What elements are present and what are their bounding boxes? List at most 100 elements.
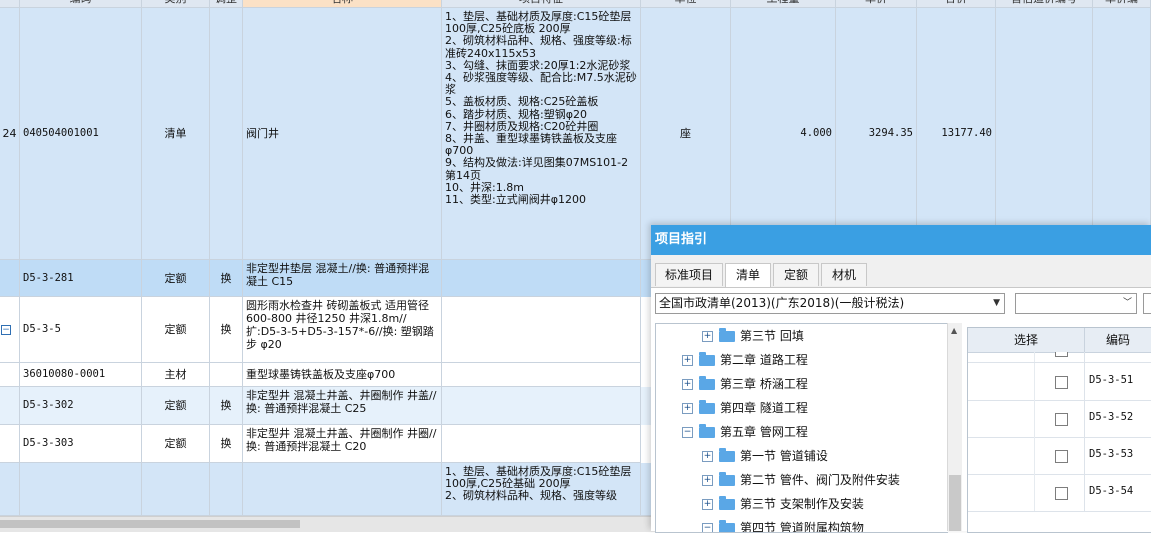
- quota-code[interactable]: D5-3-51: [1089, 374, 1133, 386]
- row-type[interactable]: [142, 463, 210, 516]
- header-adjust[interactable]: 调整: [210, 0, 243, 8]
- row-feature[interactable]: [442, 297, 641, 363]
- expand-icon[interactable]: +: [682, 379, 693, 390]
- row-type[interactable]: 定额: [142, 297, 210, 363]
- quota-code[interactable]: D5-3-54: [1089, 485, 1133, 497]
- header-feature[interactable]: 项目特征: [442, 0, 641, 8]
- row-adjust[interactable]: [210, 363, 243, 387]
- row-checkbox[interactable]: [1055, 450, 1068, 463]
- tab-bill[interactable]: 清单: [725, 263, 771, 287]
- row-feature[interactable]: [442, 363, 641, 387]
- expand-icon[interactable]: +: [702, 475, 713, 486]
- row-checkbox[interactable]: [1055, 413, 1068, 426]
- row-feature[interactable]: 1、垫层、基础材质及厚度:C15砼垫层 100厚,C25砼底板 200厚 2、砌…: [442, 8, 641, 260]
- row-code[interactable]: 36010080-0001: [20, 363, 142, 387]
- tree-scrollbar[interactable]: ▲: [947, 323, 962, 531]
- panel-title[interactable]: 项目指引: [651, 225, 1151, 255]
- header-name[interactable]: 名称: [243, 0, 442, 8]
- header-total[interactable]: 合价: [917, 0, 996, 8]
- tree-node[interactable]: + 第三节 回填: [702, 324, 804, 348]
- row-name[interactable]: 非定型井 混凝土井盖、井圈制作 井盖//换: 普通预拌混凝土 C25: [243, 387, 442, 425]
- row-code[interactable]: D5-3-281: [20, 260, 142, 297]
- row-adjust[interactable]: 换: [210, 425, 243, 463]
- tree-node[interactable]: + 第二章 道路工程: [682, 348, 808, 372]
- row-extra[interactable]: [1093, 8, 1151, 260]
- row-name[interactable]: 阀门井: [243, 8, 442, 260]
- row-adjust[interactable]: 换: [210, 297, 243, 363]
- expand-icon[interactable]: +: [682, 355, 693, 366]
- horizontal-scrollbar[interactable]: [0, 516, 655, 532]
- row-name[interactable]: [243, 463, 442, 516]
- row-total[interactable]: 13177.40: [917, 8, 996, 260]
- row-name[interactable]: 圆形雨水检查井 砖砌盖板式 适用管径 600-800 井径1250 井深1.8m…: [243, 297, 442, 363]
- row-type[interactable]: 清单: [142, 8, 210, 260]
- tree-node[interactable]: + 第三章 桥涵工程: [682, 372, 808, 396]
- row-checkbox[interactable]: [1055, 352, 1068, 357]
- header-unit[interactable]: 单位: [641, 0, 731, 8]
- collapse-icon[interactable]: −: [682, 427, 693, 438]
- expand-icon[interactable]: +: [682, 403, 693, 414]
- row-feature[interactable]: 1、垫层、基础材质及厚度:C15砼垫层 100厚,C25砼基础 200厚 2、砌…: [442, 463, 641, 516]
- tree-node[interactable]: + 第四章 隧道工程: [682, 396, 808, 420]
- row-adjust[interactable]: 换: [210, 387, 243, 425]
- row-adjust[interactable]: 换: [210, 260, 243, 297]
- row-name[interactable]: 非定型井垫层 混凝土//换: 普通预拌混凝土 C15: [243, 260, 442, 297]
- table-row[interactable]: 24 040504001001 清单 阀门井 1、垫层、基础材质及厚度:C15砼…: [0, 8, 1151, 260]
- header-estimate[interactable]: 暂估造价编号: [996, 0, 1093, 8]
- row-qty[interactable]: 4.000: [731, 8, 836, 260]
- scrollbar-thumb[interactable]: [0, 520, 300, 528]
- tab-standard-items[interactable]: 标准项目: [655, 263, 723, 286]
- header-qty[interactable]: 工程量: [731, 0, 836, 8]
- row-type[interactable]: 定额: [142, 425, 210, 463]
- row-code[interactable]: D5-3-303: [20, 425, 142, 463]
- tree-node[interactable]: + 第三节 支架制作及安装: [702, 492, 864, 516]
- table-row[interactable]: D5-3-53: [968, 437, 1151, 475]
- row-code[interactable]: D5-3-302: [20, 387, 142, 425]
- row-code[interactable]: 040504001001: [20, 8, 142, 260]
- row-type[interactable]: 定额: [142, 387, 210, 425]
- header-unit-price-code[interactable]: 单价编: [1093, 0, 1151, 8]
- row-name[interactable]: 重型球墨铸铁盖板及支座φ700: [243, 363, 442, 387]
- row-code[interactable]: [20, 463, 142, 516]
- row-feature[interactable]: [442, 387, 641, 425]
- chapter-tree[interactable]: + 第三节 回填 + 第二章 道路工程 + 第三章 桥涵工程 + 第四章 隧道工程 − 第…: [655, 323, 948, 533]
- row-checkbox[interactable]: [1055, 487, 1068, 500]
- table-row[interactable]: D5-3-54: [968, 474, 1151, 512]
- row-type[interactable]: 定额: [142, 260, 210, 297]
- row-checkbox[interactable]: [1055, 376, 1068, 389]
- header-code[interactable]: 编码: [20, 0, 142, 8]
- expand-icon[interactable]: +: [702, 451, 713, 462]
- tree-node[interactable]: + 第二节 管件、阀门及附件安装: [702, 468, 900, 492]
- row-feature[interactable]: [442, 260, 641, 297]
- tab-quota[interactable]: 定额: [773, 263, 819, 286]
- header-code[interactable]: 编码: [1084, 328, 1151, 352]
- row-price[interactable]: 3294.35: [836, 8, 917, 260]
- row-estimate[interactable]: [996, 8, 1093, 260]
- collapse-icon[interactable]: −: [702, 523, 713, 532]
- row-type[interactable]: 主材: [142, 363, 210, 387]
- collapse-icon[interactable]: −: [1, 325, 11, 335]
- tree-node[interactable]: + 第一节 管道铺设: [702, 444, 828, 468]
- header-type[interactable]: 类别: [142, 0, 210, 8]
- row-unit[interactable]: 座: [641, 8, 731, 260]
- row-code[interactable]: D5-3-5: [20, 297, 142, 363]
- quota-code[interactable]: D5-3-52: [1089, 411, 1133, 423]
- header-select[interactable]: 选择: [968, 328, 1085, 352]
- scrollbar-thumb[interactable]: [949, 475, 961, 531]
- tab-materials[interactable]: 材机: [821, 263, 867, 286]
- scroll-up-icon[interactable]: ▲: [951, 326, 957, 335]
- table-row[interactable]: D5-3-52: [968, 400, 1151, 438]
- secondary-select[interactable]: ﹀: [1015, 293, 1137, 314]
- quota-code[interactable]: D5-3-53: [1089, 448, 1133, 460]
- secondary-select-edge[interactable]: [1143, 293, 1151, 314]
- row-name[interactable]: 非定型井 混凝土井盖、井圈制作 井圈//换: 普通预拌混凝土 C20: [243, 425, 442, 463]
- tree-node[interactable]: − 第五章 管网工程: [682, 420, 808, 444]
- row-adjust[interactable]: [210, 8, 243, 260]
- table-row[interactable]: [968, 352, 1151, 363]
- expand-icon[interactable]: +: [702, 499, 713, 510]
- header-price[interactable]: 单价: [836, 0, 917, 8]
- library-select[interactable]: 全国市政清单(2013)(广东2018)(一般计税法) ▼: [655, 293, 1005, 314]
- tree-node[interactable]: − 第四节 管道附属构筑物: [702, 516, 864, 532]
- row-adjust[interactable]: [210, 463, 243, 516]
- table-row[interactable]: D5-3-51: [968, 363, 1151, 401]
